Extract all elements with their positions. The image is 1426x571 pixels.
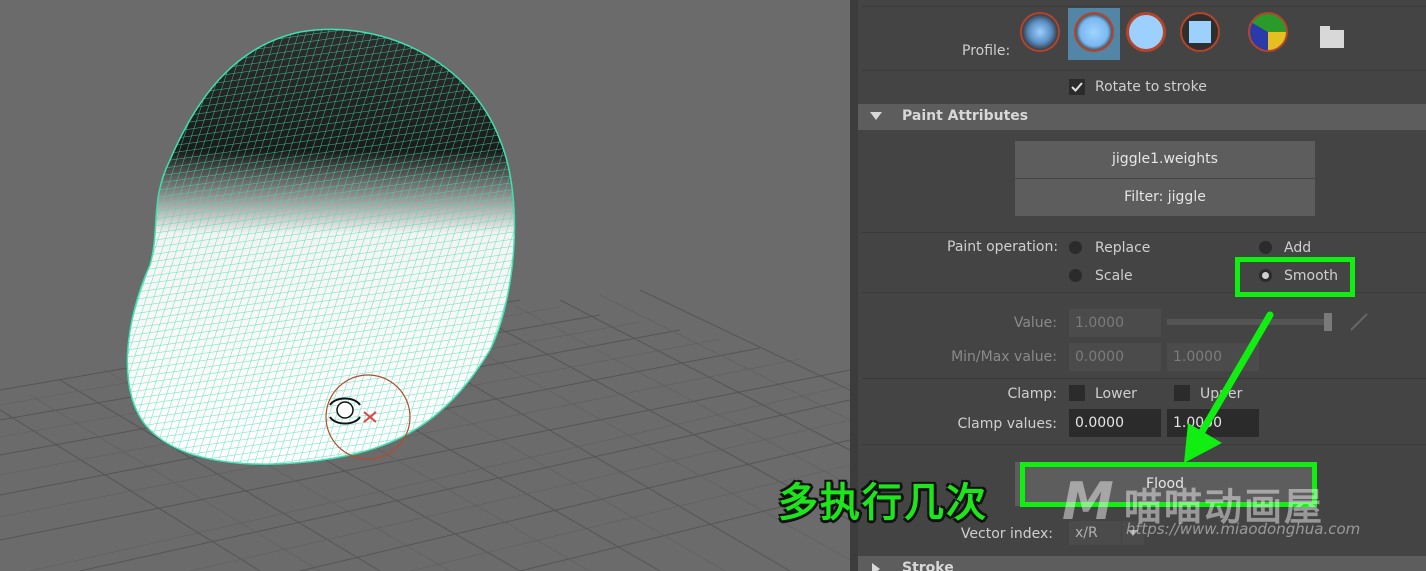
collapse-triangle-icon (872, 563, 880, 571)
profile-label: Profile: (962, 43, 1011, 59)
color-picker-icon[interactable] (1348, 311, 1370, 333)
vector-index-label: Vector index: (960, 526, 1053, 542)
annotation-arrow (1184, 311, 1274, 463)
watermark-logo: M (1062, 472, 1114, 532)
viewport-scene (0, 28, 850, 571)
paint-attributes-header[interactable]: Paint Attributes (858, 104, 1426, 130)
clamp-values-label: Clamp values: (957, 416, 1057, 432)
radio-scale-label: Scale (1095, 268, 1133, 284)
artisan-brush-icon[interactable] (1248, 12, 1288, 52)
folder-icon[interactable] (1320, 26, 1344, 48)
rotate-to-stroke-checkbox[interactable] (1069, 79, 1085, 95)
soft-brush-selected-icon[interactable] (1074, 12, 1114, 52)
paint-attributes-title: Paint Attributes (902, 108, 1029, 124)
solid-circle-icon[interactable] (1126, 12, 1166, 52)
annotation-caption: 多执行几次 (778, 480, 988, 526)
radio-scale[interactable] (1069, 269, 1082, 282)
clamp-lower-checkbox[interactable] (1069, 385, 1085, 401)
value-label: Value: (1013, 315, 1057, 331)
radio-add[interactable] (1259, 241, 1272, 254)
checkmark-icon (1071, 82, 1083, 92)
expand-triangle-icon (870, 112, 882, 120)
soft-brush-icon[interactable] (1020, 12, 1060, 52)
rotate-to-stroke-label: Rotate to stroke (1095, 79, 1207, 95)
value-field[interactable]: 1.0000 (1069, 309, 1161, 337)
stroke-title: Stroke (902, 560, 954, 571)
paint-operation-label: Paint operation: (947, 239, 1059, 255)
min-value-field[interactable]: 0.0000 (1069, 343, 1161, 371)
minmax-label: Min/Max value: (951, 349, 1057, 365)
radio-add-label: Add (1284, 240, 1312, 256)
stroke-section-header[interactable]: Stroke (858, 556, 1426, 571)
clamp-low-field[interactable]: 0.0000 (1069, 409, 1161, 437)
smooth-highlight-box (1235, 257, 1355, 297)
watermark-url: https://www.miaodonghua.com (1126, 520, 1361, 538)
filter-button[interactable]: Filter: jiggle (1015, 179, 1315, 216)
clamp-lower-label: Lower (1095, 386, 1137, 402)
attribute-button[interactable]: jiggle1.weights (1015, 141, 1315, 178)
viewport-3d[interactable] (0, 0, 850, 571)
clamp-label: Clamp: (1007, 386, 1058, 402)
solid-square-icon[interactable] (1180, 12, 1220, 52)
radio-replace-label: Replace (1095, 240, 1151, 256)
value-slider-handle[interactable] (1324, 313, 1332, 331)
radio-replace[interactable] (1069, 241, 1082, 254)
